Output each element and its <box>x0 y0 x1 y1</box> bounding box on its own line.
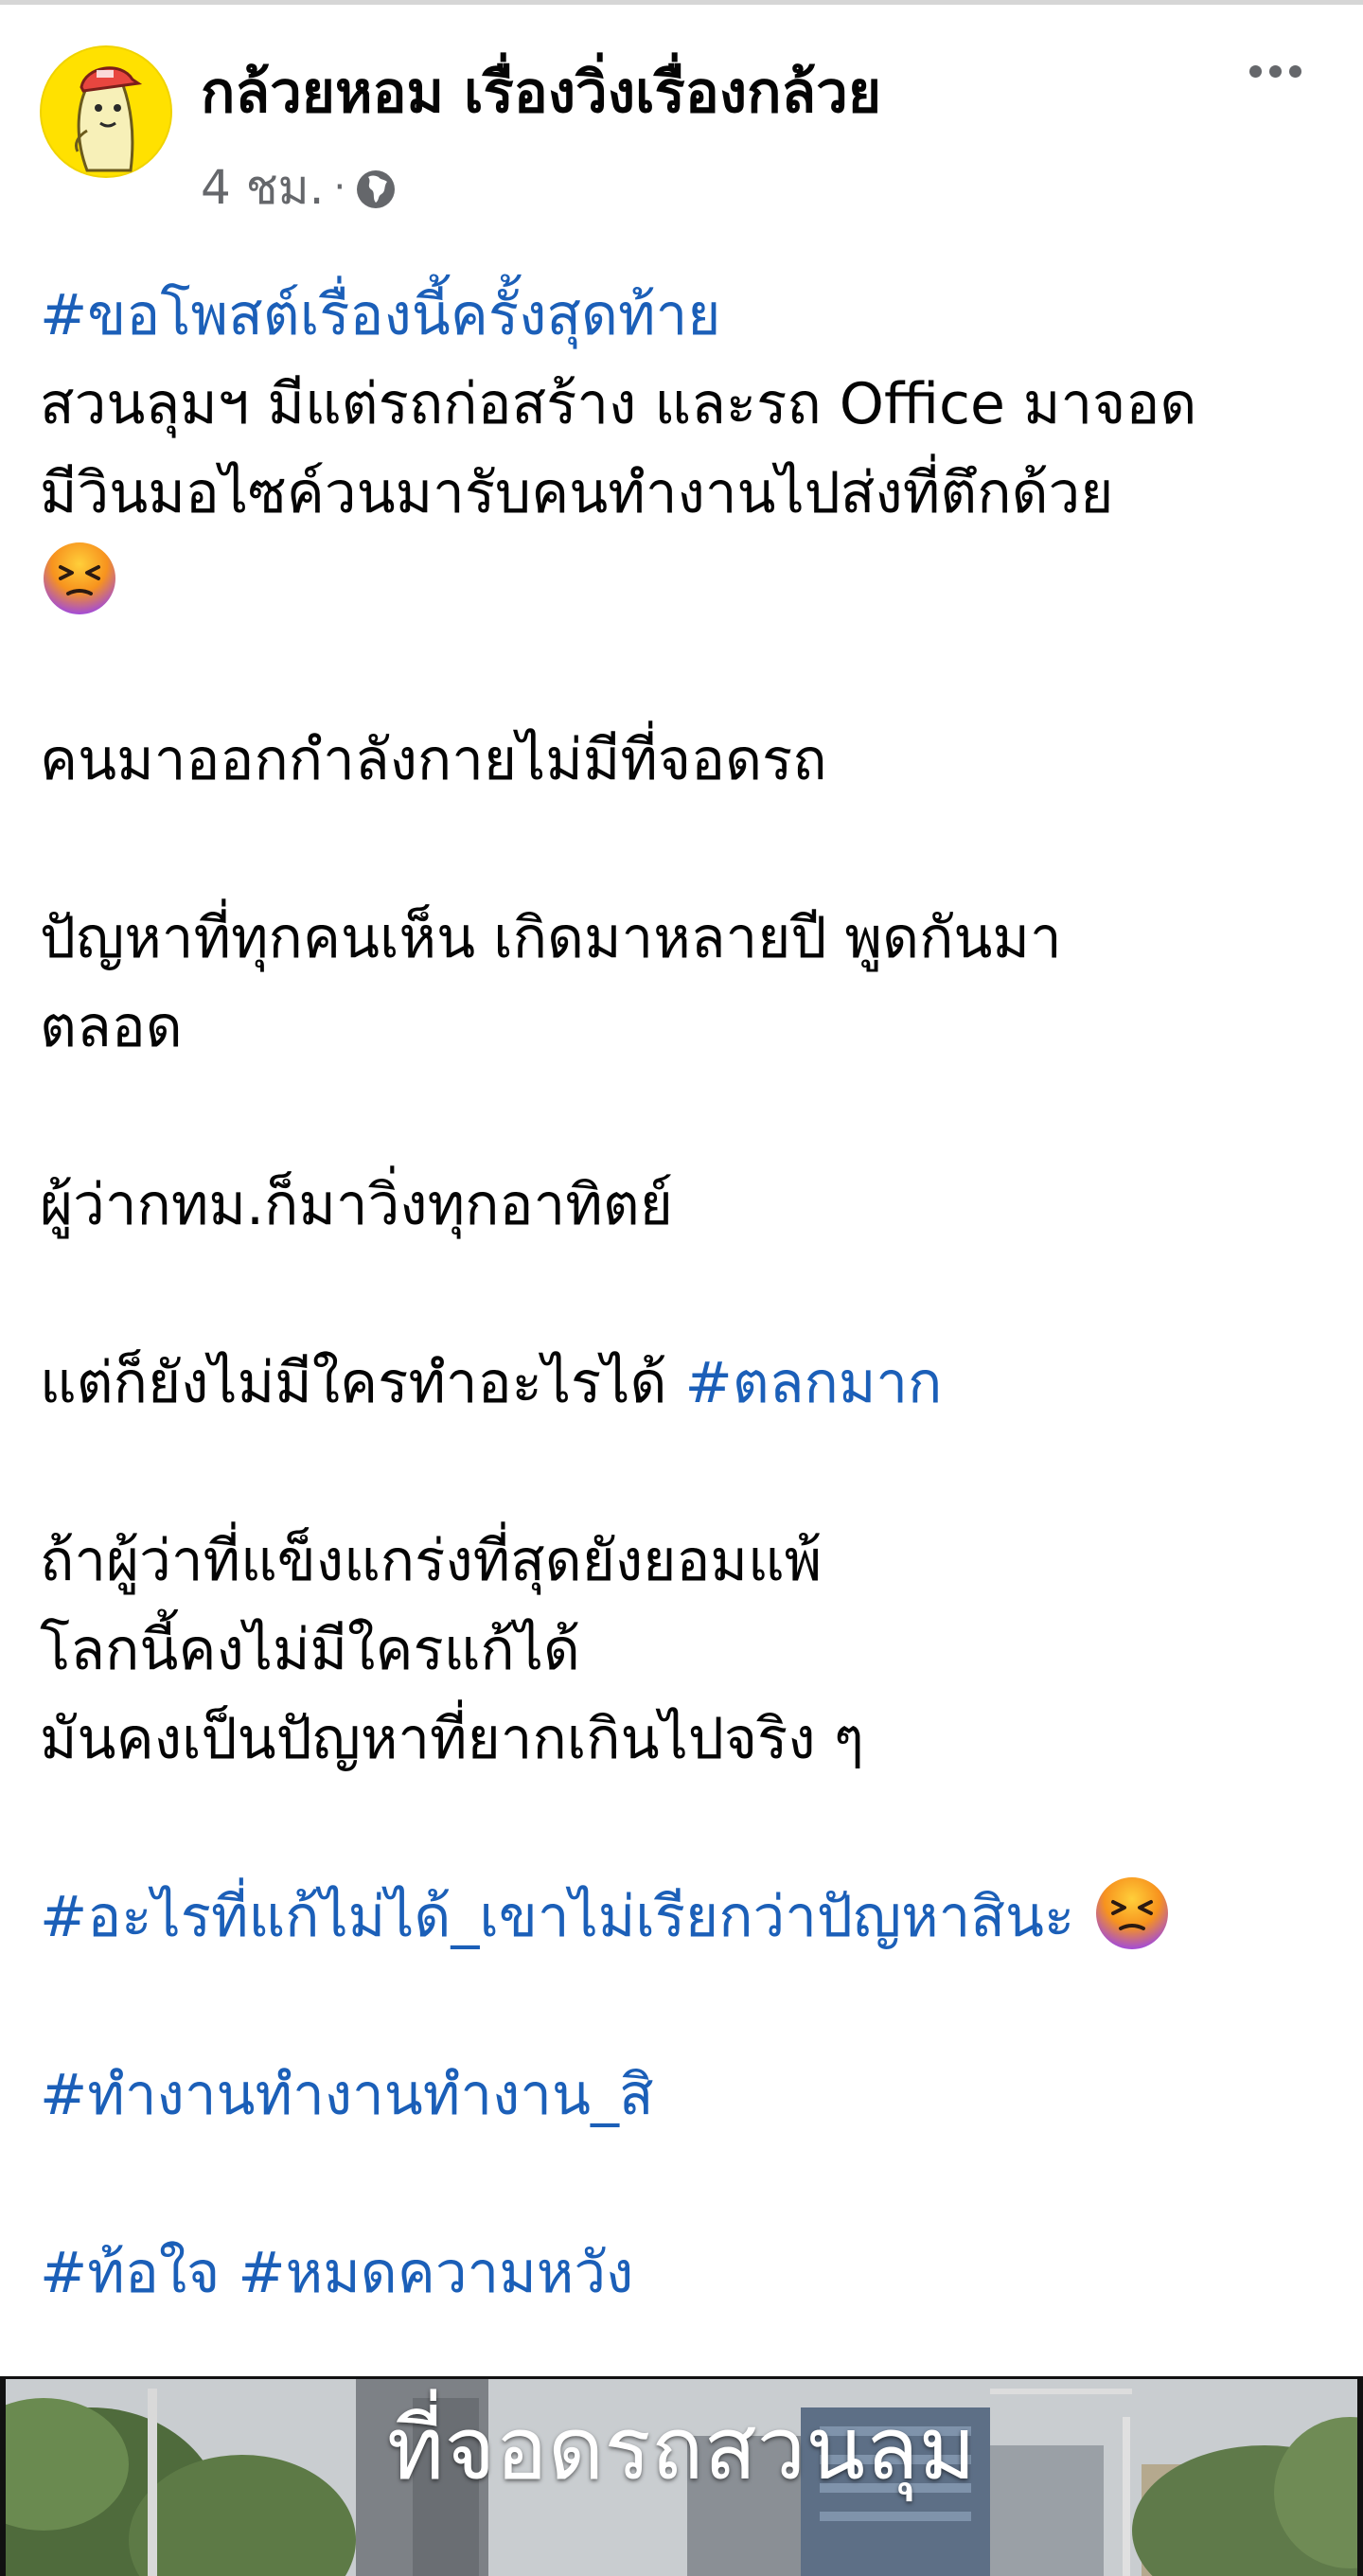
hashtag-link[interactable]: #ทำงานทำงานทำงาน_สิ <box>40 2062 654 2128</box>
avatar[interactable] <box>40 45 172 178</box>
post-meta: 4 ชม. · <box>201 153 397 222</box>
text-segment: แต่ก็ยังไม่มีใครทำอะไรได้ <box>40 1350 685 1416</box>
hashtag-link[interactable]: #ท้อใจ <box>40 2240 220 2306</box>
dot-2 <box>1268 64 1282 78</box>
globe-icon[interactable] <box>355 167 397 208</box>
hashtag-link[interactable]: #ขอโพสต์เรื่องนี้ครั้งสุดท้าย <box>40 282 720 348</box>
text-line: มันคงเป็นปัญหาที่ยากเกินไปจริง ๆ <box>40 1706 864 1772</box>
text-line: ปัญหาที่ทุกคนเห็น เกิดมาหลายปี พูดกันมา <box>40 905 1062 971</box>
text-line: มีวินมอไซค์วนมารับคนทำงานไปส่งที่ตึกด้วย <box>40 460 1114 526</box>
text-line: โลกนี้คงไม่มีใครแก้ได้ <box>40 1617 580 1683</box>
hashtag-link[interactable]: #อะไรที่แก้ไม่ได้_เขาไม่เรียกว่าปัญหาสิน… <box>40 1884 1074 1950</box>
tired-face-emoji-icon <box>40 539 119 618</box>
text-line: คนมาออกกำลังกายไม่มีที่จอดรถ <box>40 727 827 793</box>
text-line: ผู้ว่ากทม.ก็มาวิ่งทุกอาทิตย์ <box>40 1172 673 1238</box>
text-line: ถ้าผู้ว่าที่แข็งแกร่งที่สุดยังยอมแพ้ <box>40 1528 823 1594</box>
text-line: สวนลุมฯ มีแต่รถก่อสร้าง และรถ Office มาจ… <box>40 371 1197 437</box>
dot-1 <box>1248 64 1262 78</box>
post-time[interactable]: 4 ชม. <box>201 151 325 225</box>
meta-separator: · <box>333 166 346 209</box>
tired-face-emoji-icon <box>1092 1874 1172 1953</box>
more-options-icon[interactable] <box>1232 47 1318 95</box>
author-name[interactable]: กล้วยหอม เรื่องวิ่งเรื่องกล้วย <box>201 55 881 131</box>
text-line: ตลอด <box>40 994 183 1060</box>
banana-mascot-icon <box>74 66 143 172</box>
hashtag-link[interactable]: #หมดความหวัง <box>238 2240 633 2306</box>
post-photo[interactable]: ที่จอดรถสวนลุม <box>0 2376 1363 2576</box>
dot-3 <box>1288 64 1301 78</box>
hashtag-link[interactable]: #ตลกมาก <box>684 1350 942 1416</box>
photo-caption: ที่จอดรถสวนลุม <box>386 2398 977 2499</box>
post-header: กล้วยหอม เรื่องวิ่งเรื่องกล้วย 4 ชม. · <box>0 0 1363 227</box>
post-text: #ขอโพสต์เรื่องนี้ครั้งสุดท้าย สวนลุมฯ มี… <box>40 271 1336 2318</box>
